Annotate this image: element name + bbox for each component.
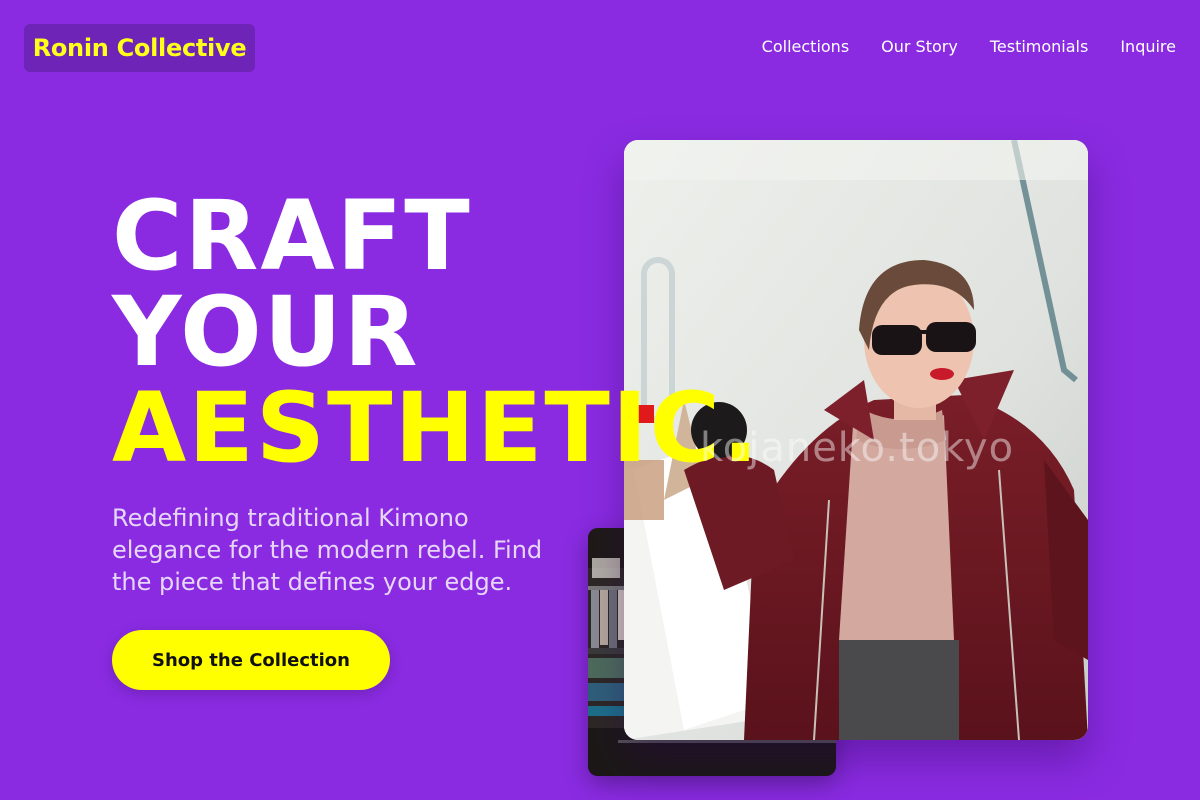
hero-title-line-2: YOUR <box>112 276 420 388</box>
nav-link-collections[interactable]: Collections <box>762 36 849 58</box>
hero-title-line-1: CRAFT <box>112 180 472 292</box>
photo-watermark: kojaneko.tokyo <box>700 425 1015 471</box>
nav-link-testimonials[interactable]: Testimonials <box>990 36 1089 58</box>
hero-title: CRAFT YOUR AESTHETIC. <box>112 188 761 476</box>
hero-subtitle: Redefining traditional Kimono elegance f… <box>112 504 543 596</box>
hero-title-line-3: AESTHETIC. <box>112 372 761 484</box>
nav-link-our-story[interactable]: Our Story <box>881 36 958 58</box>
main-nav: Collections Our Story Testimonials Inqui… <box>762 36 1176 58</box>
shop-collection-button[interactable]: Shop the Collection <box>112 630 390 690</box>
nav-link-inquire[interactable]: Inquire <box>1120 36 1176 58</box>
brand-logo[interactable]: Ronin Collective <box>24 24 255 72</box>
brand-name: Ronin Collective <box>32 34 247 62</box>
